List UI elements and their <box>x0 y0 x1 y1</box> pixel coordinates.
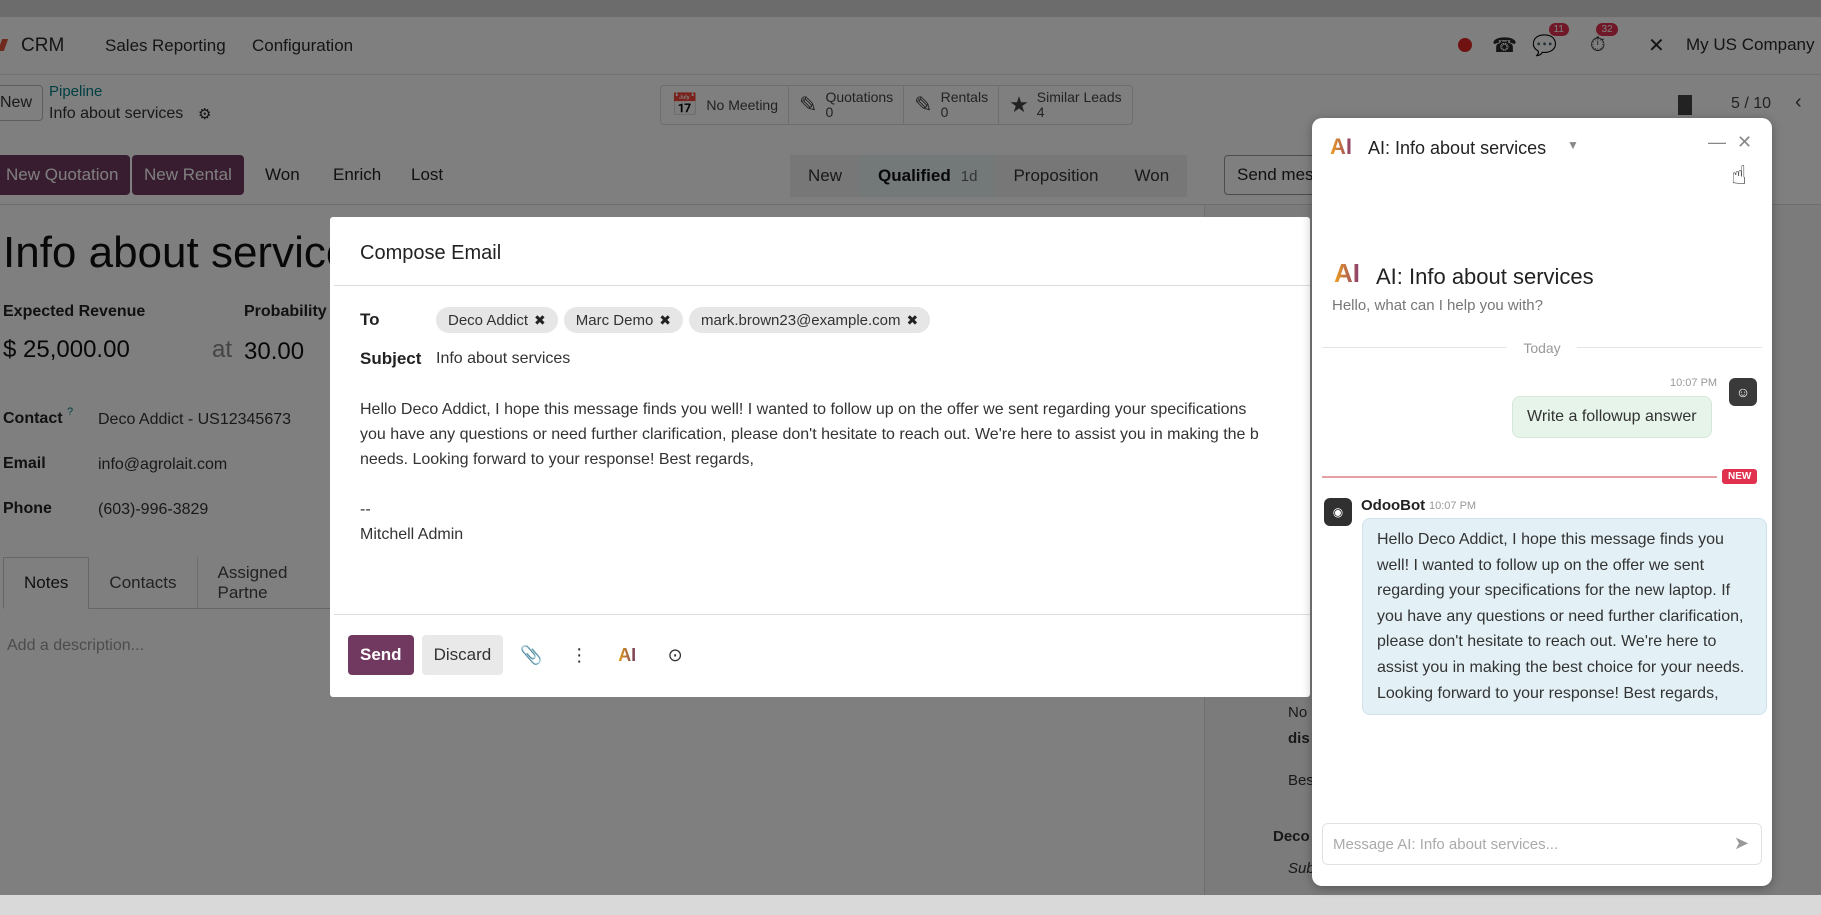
composer-placeholder: Message AI: Info about services... <box>1333 835 1559 853</box>
recipient-tag[interactable]: mark.brown23@example.com ✖ <box>689 307 931 333</box>
ai-icon[interactable]: AI <box>607 635 647 675</box>
date-separator: Today <box>1523 340 1561 356</box>
subject-label: Subject <box>360 349 422 368</box>
recipients-field[interactable]: Deco Addict ✖ Marc Demo ✖ mark.brown23@exa… <box>436 307 931 333</box>
more-options-icon[interactable]: ⋮ <box>559 635 599 675</box>
chat-title[interactable]: AI: Info about services <box>1368 138 1546 159</box>
ai-logo-icon: AI <box>1330 134 1352 159</box>
user-avatar[interactable]: ☺ <box>1729 378 1757 406</box>
remove-icon[interactable]: ✖ <box>907 312 919 329</box>
send-icon[interactable]: ➤ <box>1734 833 1749 854</box>
new-badge: NEW <box>1722 469 1758 484</box>
recipient-name: Marc Demo <box>575 311 654 329</box>
paperclip-icon[interactable]: 📎 <box>511 635 551 675</box>
recipient-name: Deco Addict <box>448 311 529 329</box>
mouse-cursor-icon: ☝ <box>1731 160 1747 190</box>
chat-header[interactable]: AI AI: Info about services ▼ — ✕ <box>1312 118 1772 176</box>
to-label: To <box>360 310 380 329</box>
bot-author[interactable]: OdooBot <box>1361 497 1425 514</box>
message-time: 10:07 PM <box>1429 500 1477 512</box>
user-message: Write a followup answer <box>1512 396 1712 438</box>
discard-button[interactable]: Discard <box>421 635 504 675</box>
minimize-icon[interactable]: — <box>1708 132 1726 153</box>
bot-message: Hello Deco Addict, I hope this message f… <box>1362 518 1767 716</box>
send-button[interactable]: Send <box>348 635 414 675</box>
remove-icon[interactable]: ✖ <box>659 312 671 329</box>
divider <box>334 285 1310 286</box>
caret-down-icon[interactable]: ▼ <box>1567 138 1579 152</box>
subject-input[interactable]: Info about services <box>436 350 570 368</box>
recipient-tag[interactable]: Marc Demo ✖ <box>563 307 684 333</box>
dialog-footer: Send Discard 📎 ⋮ AI ⊙ <box>348 635 695 675</box>
odoobot-avatar[interactable]: ◉ <box>1324 498 1352 526</box>
remove-icon[interactable]: ✖ <box>534 312 546 329</box>
ai-logo-icon: AI <box>1334 258 1360 288</box>
divider <box>334 614 1310 615</box>
recipient-name: mark.brown23@example.com <box>701 311 901 329</box>
chat-composer-input[interactable]: Message AI: Info about services... ➤ <box>1322 823 1762 865</box>
close-icon[interactable]: ✕ <box>1737 132 1752 153</box>
schedule-clock-icon[interactable]: ⊙ <box>655 635 695 675</box>
ai-chat-window: AI AI: Info about services ▼ — ✕ AI AI: … <box>1312 118 1772 886</box>
new-messages-line <box>1322 476 1717 478</box>
chat-intro-title: AI: Info about services <box>1376 264 1594 289</box>
bottom-strip <box>0 895 1821 915</box>
recipient-tag[interactable]: Deco Addict ✖ <box>436 307 558 333</box>
message-time: 10:07 PM <box>1670 377 1718 389</box>
email-body-editor[interactable]: Hello Deco Addict, I hope this message f… <box>360 397 1320 597</box>
chat-intro-subtitle: Hello, what can I help you with? <box>1332 297 1543 314</box>
compose-email-dialog: Compose Email To Deco Addict ✖ Marc Demo ✖… <box>330 217 1310 697</box>
dialog-title: Compose Email <box>360 242 502 264</box>
